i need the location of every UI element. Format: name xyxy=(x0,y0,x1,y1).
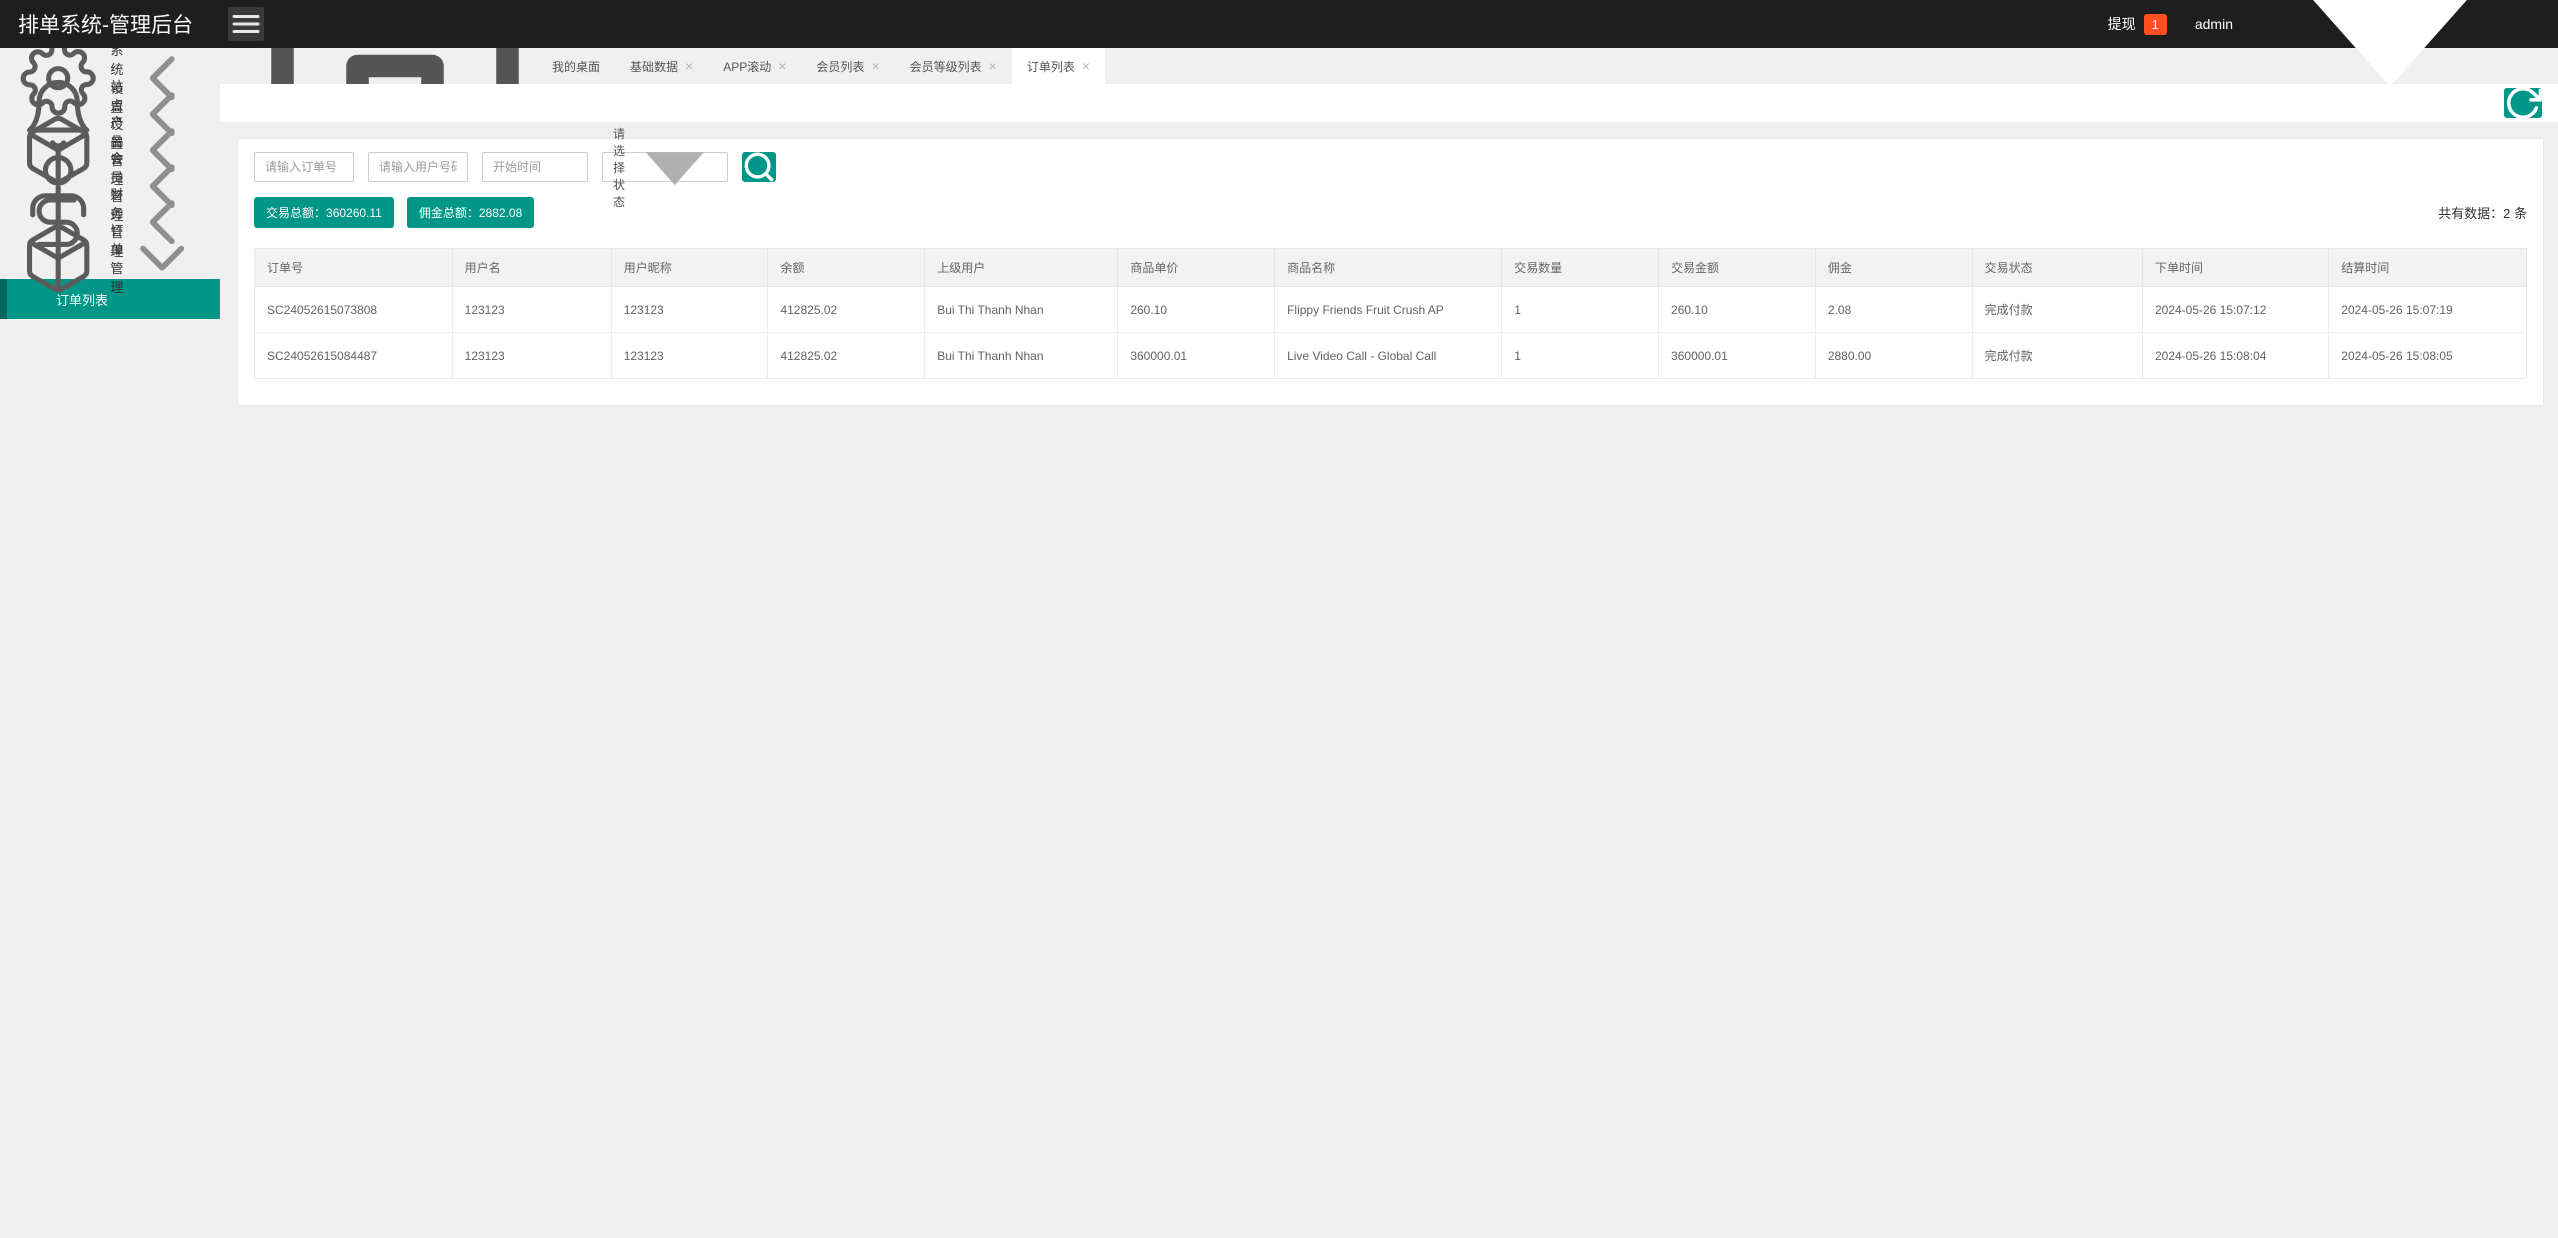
record-count: 共有数据：2 条 xyxy=(2438,206,2527,221)
table-header-row: 订单号 用户名 用户昵称 余额 上级用户 商品单价 商品名称 交易数量 交易金额… xyxy=(254,248,2527,287)
withdraw-link[interactable]: 提现 xyxy=(2108,14,2136,34)
table-header-cell: 交易状态 xyxy=(1972,248,2143,287)
table-cell-parent-user: Bui Thi Thanh Nhan xyxy=(924,286,1119,333)
table-header-cell: 下单时间 xyxy=(2142,248,2330,287)
admin-user-menu[interactable]: admin xyxy=(2195,0,2540,174)
admin-username: admin xyxy=(2194,16,2233,32)
tab-label: 会员等级列表 xyxy=(909,59,982,74)
table-cell-parent-user: Bui Thi Thanh Nhan xyxy=(924,332,1119,379)
search-icon xyxy=(742,150,776,184)
table-cell-nickname: 123123 xyxy=(611,332,769,379)
app-title: 排单系统-管理后台 xyxy=(18,14,193,37)
total-commission-value: 2882.08 xyxy=(478,206,523,220)
summary-row: 交易总额：360260.11 佣金总额：2882.08 共有数据：2 条 xyxy=(254,197,2527,228)
table-cell-product-name: Flippy Friends Fruit Crush AP xyxy=(1274,286,1503,333)
status-select-value: 请选择状态 xyxy=(613,126,626,209)
table-header-cell: 交易金额 xyxy=(1658,248,1816,287)
tab-close-icon[interactable]: × xyxy=(685,59,693,73)
table-row: SC24052615084487 123123 123123 412825.02… xyxy=(254,332,2527,379)
total-commission-badge: 佣金总额：2882.08 xyxy=(406,197,535,228)
table-cell-order-time: 2024-05-26 15:08:04 xyxy=(2142,332,2330,379)
table-cell-username: 123123 xyxy=(452,332,612,379)
start-time-input[interactable] xyxy=(482,152,588,182)
table-header-cell: 结算时间 xyxy=(2328,248,2527,287)
table-header-cell: 用户名 xyxy=(452,248,612,287)
table-cell-product-name: Live Video Call - Global Call xyxy=(1274,332,1503,379)
sidebar-item-label: 订单管理 xyxy=(110,223,124,295)
table-cell-quantity: 1 xyxy=(1501,332,1660,379)
table-cell-balance: 412825.02 xyxy=(767,286,926,333)
table-cell-order-time: 2024-05-26 15:07:12 xyxy=(2142,286,2330,333)
table-cell-amount: 260.10 xyxy=(1658,286,1816,333)
table-cell-commission: 2.08 xyxy=(1815,286,1973,333)
table-cell-order-no: SC24052615073808 xyxy=(254,286,453,333)
table-header-cell: 商品单价 xyxy=(1117,248,1276,287)
caret-down-icon xyxy=(2240,0,2540,174)
table-cell-status: 完成付款 xyxy=(1972,286,2143,333)
table-header-cell: 上级用户 xyxy=(924,248,1119,287)
table-cell-status: 完成付款 xyxy=(1972,332,2143,379)
tab-label: 基础数据 xyxy=(630,59,679,74)
table-header-cell: 交易数量 xyxy=(1501,248,1660,287)
tab-label: 会员列表 xyxy=(816,59,865,74)
tab[interactable]: 会员等级列表 × xyxy=(895,48,1012,84)
tab[interactable]: APP滚动 × xyxy=(708,48,801,84)
tab-label: 订单列表 xyxy=(1026,59,1075,74)
table-cell-quantity: 1 xyxy=(1501,286,1660,333)
tab[interactable]: 基础数据 × xyxy=(615,48,708,84)
table-header-cell: 商品名称 xyxy=(1274,248,1503,287)
tab[interactable]: 订单列表 × xyxy=(1011,48,1106,84)
top-bar: 排单系统-管理后台 提现 1 admin xyxy=(0,0,2558,87)
topbar-right: 提现 1 admin xyxy=(2108,0,2558,174)
table-cell-commission: 2880.00 xyxy=(1815,332,1973,379)
main-area: 我的桌面 × 基础数据 × APP滚动 × 会员列表 × xyxy=(220,0,2558,1238)
table-header-cell: 佣金 xyxy=(1815,248,1973,287)
table-cell-unit-price: 360000.01 xyxy=(1117,332,1276,379)
tab-close-icon[interactable]: × xyxy=(989,59,997,73)
search-button[interactable] xyxy=(742,152,776,182)
order-list-card: 请选择状态 交易总额：360260.11 佣金总额：2882.08 共有数据：2… xyxy=(237,127,2544,406)
table-header-cell: 余额 xyxy=(767,248,926,287)
table-cell-settle-time: 2024-05-26 15:07:19 xyxy=(2328,286,2527,333)
tab[interactable]: 会员列表 × xyxy=(801,48,894,84)
tab-label: APP滚动 xyxy=(723,59,772,74)
box-icon xyxy=(20,220,96,296)
order-no-input[interactable] xyxy=(254,152,354,182)
chevron-down-icon xyxy=(124,220,200,296)
withdraw-count-badge: 1 xyxy=(2143,13,2167,35)
table-cell-username: 123123 xyxy=(452,286,612,333)
sidebar-toggle-button[interactable] xyxy=(228,7,264,41)
tab-close-icon[interactable]: × xyxy=(1082,59,1090,73)
table-header-cell: 订单号 xyxy=(254,248,453,287)
total-trade-badge: 交易总额：360260.11 xyxy=(254,197,394,228)
sidebar-subitem-label: 订单列表 xyxy=(56,292,109,308)
content: 请选择状态 交易总额：360260.11 佣金总额：2882.08 共有数据：2… xyxy=(220,122,2558,1238)
status-select[interactable]: 请选择状态 xyxy=(602,127,728,209)
table-cell-nickname: 123123 xyxy=(611,286,769,333)
tab-close-icon[interactable]: × xyxy=(871,59,879,73)
tab-close-icon[interactable]: × xyxy=(778,59,786,73)
table-cell-unit-price: 260.10 xyxy=(1117,286,1276,333)
sidebar-item[interactable]: 订单管理 xyxy=(0,223,220,295)
tab[interactable]: 我的桌面 × xyxy=(230,0,615,203)
table-cell-balance: 412825.02 xyxy=(767,332,926,379)
total-trade-value: 360260.11 xyxy=(326,206,382,220)
caret-down-icon xyxy=(631,123,719,211)
menu-icon xyxy=(228,6,264,42)
table-header-cell: 用户昵称 xyxy=(611,248,769,287)
tab-label: 我的桌面 xyxy=(552,59,601,74)
table-cell-order-no: SC24052615084487 xyxy=(254,332,453,379)
table-cell-amount: 360000.01 xyxy=(1658,332,1816,379)
table-row: SC24052615073808 123123 123123 412825.02… xyxy=(254,286,2527,333)
orders-table: 订单号 用户名 用户昵称 余额 上级用户 商品单价 商品名称 交易数量 交易金额… xyxy=(254,248,2527,379)
user-no-input[interactable] xyxy=(368,152,468,182)
table-cell-settle-time: 2024-05-26 15:08:05 xyxy=(2328,332,2527,379)
sidebar: 系统设置 站点设置 产品管理 会员管理 财务管理 订单管理 订单列表 xyxy=(0,40,220,1238)
